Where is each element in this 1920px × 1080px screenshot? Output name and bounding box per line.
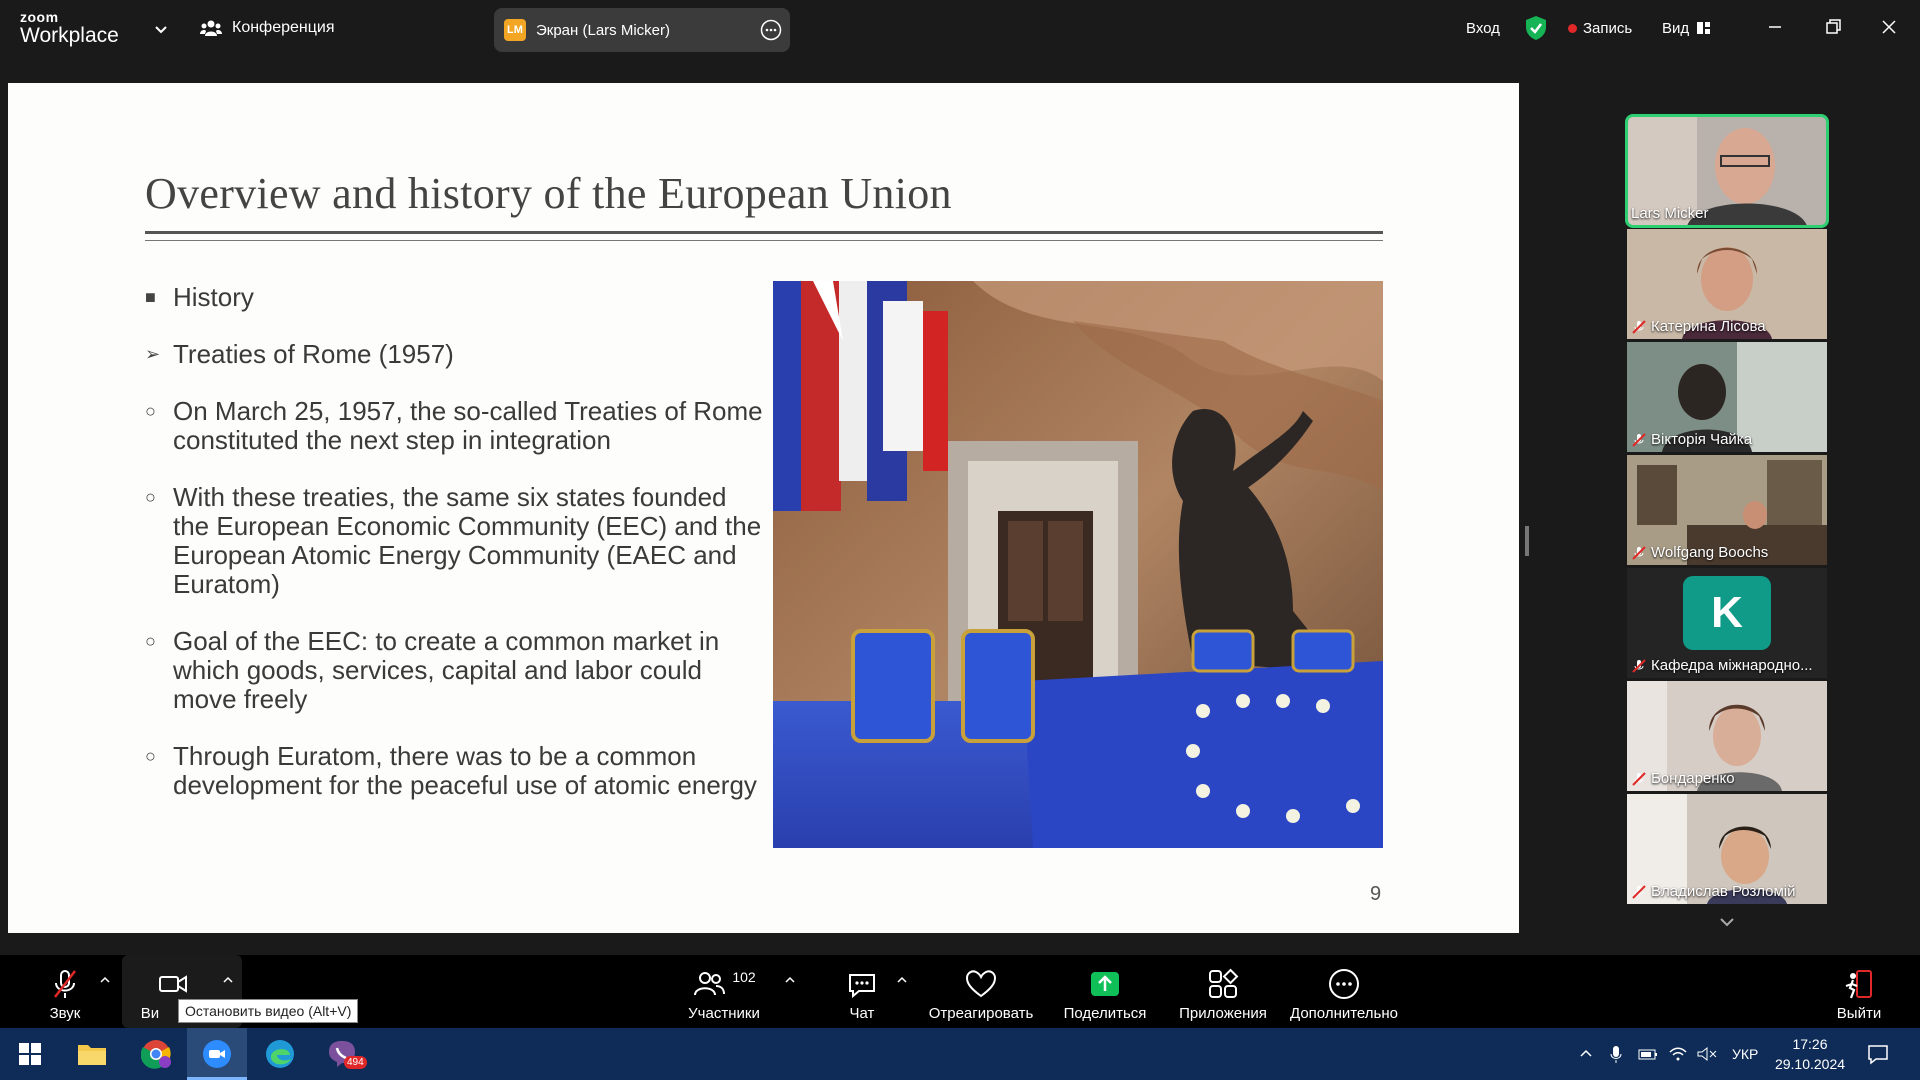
bullet-item: ➢ Treaties of Rome (1957) [145,339,454,369]
battery-icon[interactable] [1638,1042,1658,1066]
mic-muted-icon [1632,545,1646,560]
mic-muted-icon [54,970,76,998]
participant-name: Lars Micker [1631,205,1709,222]
share-screen-icon [1091,972,1119,996]
slide-bullet-list: ■ History ➢ Treaties of Rome (1957) ○ On… [145,283,765,800]
participant-name: Бондаренко [1631,770,1735,787]
meeting-info-button[interactable]: Конференция [200,16,335,40]
participant-name: Wolfgang Boochs [1631,544,1768,561]
title-rule [145,231,1383,234]
video-options-caret-icon[interactable] [221,973,235,987]
sharer-avatar: LM [504,19,526,41]
mic-muted-icon [1632,658,1646,673]
record-dot-icon [1568,23,1577,33]
mic-muted-icon [1632,884,1646,899]
notification-center-icon[interactable] [1866,1042,1890,1066]
edge-icon [266,1040,294,1068]
participant-name: Владислав Розломій [1631,883,1795,900]
signin-button[interactable]: Вход [1466,16,1500,40]
participants-count: 102 [732,969,756,985]
title-rule-thin [145,240,1383,241]
apps-button[interactable]: Приложения [1176,955,1270,1028]
participant-tile[interactable]: Lars Micker [1625,114,1829,228]
heart-icon [965,970,997,998]
bullet-item: ○ With these treaties, the same six stat… [145,482,762,599]
more-button[interactable]: Дополнительно [1288,955,1400,1028]
taskbar-edge[interactable] [260,1034,300,1074]
chat-button[interactable]: Чат [840,955,884,1028]
more-options-icon [1329,969,1359,999]
audio-button[interactable]: Звук [40,955,90,1028]
participants-button[interactable]: 102 Участники [683,955,765,1028]
share-screen-button[interactable]: Поделиться [1060,955,1150,1028]
taskbar-viber[interactable]: 494 [322,1034,367,1074]
view-button[interactable]: Вид [1662,16,1711,40]
restore-icon[interactable] [1820,14,1846,40]
treaties-of-rome-photo [773,281,1383,848]
tray-expand-icon[interactable] [1578,1042,1594,1066]
zoom-app-icon [203,1040,231,1068]
scroll-down-chevron-icon[interactable] [1717,912,1737,932]
mic-muted-icon [1632,432,1646,447]
windows-start-button[interactable] [10,1034,50,1074]
participants-icon [694,972,726,996]
input-language-indicator[interactable]: УКР [1732,1042,1758,1066]
minimize-icon[interactable] [1762,14,1788,40]
leave-icon [1845,970,1872,999]
participant-tile[interactable]: Владислав Розломій [1627,794,1827,904]
close-icon[interactable] [1876,14,1902,40]
record-button[interactable]: Запись [1568,16,1632,40]
participant-tile[interactable]: Катерина Лісова [1627,229,1827,339]
panel-resize-handle[interactable] [1525,526,1529,556]
slide-page-number: 9 [1370,883,1382,905]
shared-slide: Overview and history of the European Uni… [8,83,1519,933]
folder-icon [78,1045,106,1065]
slide-title: Overview and history of the European Uni… [145,169,952,218]
participant-tile[interactable]: Wolfgang Boochs [1627,455,1827,565]
volume-muted-icon[interactable] [1696,1042,1718,1066]
zoom-top-bar: zoom Workplace Конференция LM Экран (Lar… [0,0,1920,56]
mic-muted-icon [1632,771,1646,786]
bullet-item: ■ History [145,282,254,312]
participant-name: Вікторія Чайка [1631,431,1752,448]
chrome-icon [141,1040,171,1069]
participant-name: Кафедра міжнародно... [1631,657,1813,674]
more-options-icon[interactable] [760,19,782,41]
wifi-icon[interactable] [1668,1042,1688,1066]
participant-tile[interactable]: Бондаренко [1627,681,1827,791]
people-icon [200,20,222,36]
taskbar-file-explorer[interactable] [72,1034,112,1074]
windows-logo-icon [19,1043,41,1065]
viber-unread-badge: 494 [344,1056,367,1069]
microphone-tray-icon[interactable] [1608,1042,1624,1066]
bullet-item: ○ Through Euratom, there was to be a com… [145,741,757,800]
screen-share-pill[interactable]: LM Экран (Lars Micker) [494,8,790,52]
apps-icon [1209,968,1239,998]
chevron-down-icon[interactable] [150,18,172,40]
zoom-logo: zoom Workplace [20,9,119,47]
participant-name: Катерина Лісова [1631,318,1766,335]
bullet-item: ○ On March 25, 1957, the so-called Treat… [145,396,763,455]
taskbar-clock[interactable]: 17:26 29.10.2024 [1770,1034,1850,1074]
screen-share-label: Экран (Lars Micker) [536,21,670,39]
shield-check-icon[interactable] [1524,15,1548,41]
grid-view-icon [1697,22,1711,34]
chat-icon [849,974,875,999]
participant-avatar: K [1683,576,1771,650]
participant-tile[interactable]: Вікторія Чайка [1627,342,1827,452]
audio-options-caret-icon[interactable] [98,973,112,987]
taskbar-chrome[interactable] [136,1034,176,1074]
video-tooltip: Остановить видео (Alt+V) [178,999,359,1023]
participant-tile[interactable]: K Кафедра міжнародно... [1627,568,1827,678]
taskbar-zoom[interactable] [187,1028,247,1080]
camera-icon [159,975,187,993]
react-button[interactable]: Отреагировать [926,955,1036,1028]
leave-meeting-button[interactable]: Выйти [1834,955,1884,1028]
windows-taskbar: 494 УКР 17:26 29.10.2024 [0,1028,1920,1080]
participants-options-caret-icon[interactable] [783,973,797,987]
bullet-item: ○ Goal of the EEC: to create a common ma… [145,626,720,714]
chat-options-caret-icon[interactable] [895,973,909,987]
mic-muted-icon [1632,319,1646,334]
